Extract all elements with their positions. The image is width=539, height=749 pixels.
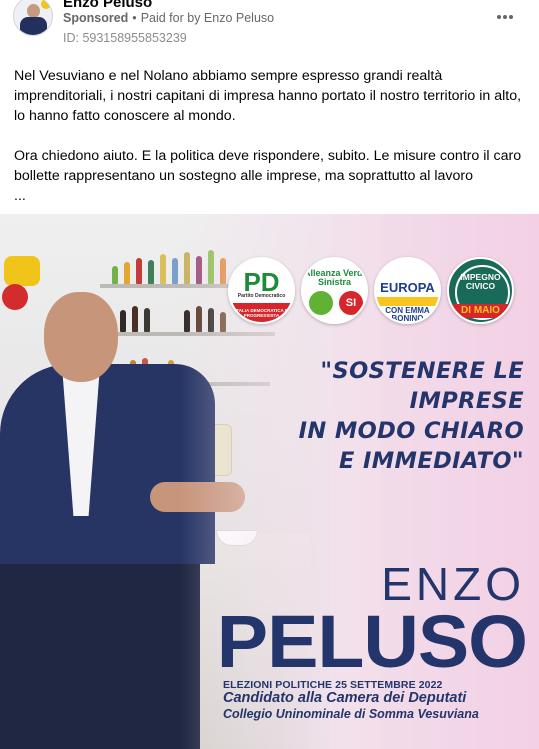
campaign-quote: "SOSTENERE LE IMPRESE IN MODO CHIARO E I… — [298, 358, 524, 474]
post-caption: Nel Vesuviano e nel Nolano abbiamo sempr… — [14, 66, 526, 206]
europa-logo: EUROPA CON EMMA BONINO — [374, 257, 441, 324]
paid-for-label: Paid for by Enzo Peluso — [140, 11, 275, 25]
see-more-ellipsis[interactable]: ... — [14, 186, 526, 206]
ad-creative-image[interactable]: PD Partito Democratico ITALIA DEMOCRATIC… — [0, 214, 539, 749]
page-avatar[interactable] — [13, 0, 53, 36]
meta-separator: • — [132, 11, 137, 25]
caption-paragraph-1: Nel Vesuviano e nel Nolano abbiamo sempr… — [14, 68, 522, 124]
sponsored-label[interactable]: Sponsored — [63, 11, 128, 25]
impegno-civico-logo: IMPEGNO CIVICO DI MAIO — [447, 257, 514, 324]
page-name-link[interactable]: Enzo Peluso — [63, 0, 152, 11]
post-meta: Sponsored • Paid for by Enzo Peluso — [63, 11, 274, 25]
avatar-badge-icon — [41, 0, 51, 9]
candidacy-line: Candidato alla Camera dei Deputati — [223, 690, 467, 706]
caption-paragraph-2: Ora chiedono aiuto. E la politica deve r… — [14, 148, 522, 184]
leaf-icon — [309, 291, 333, 315]
pd-logo: PD Partito Democratico ITALIA DEMOCRATIC… — [228, 257, 295, 324]
candidate-last-name: PELUSO — [216, 600, 528, 683]
more-horizontal-icon[interactable] — [494, 6, 516, 28]
party-logos: PD Partito Democratico ITALIA DEMOCRATIC… — [228, 257, 514, 324]
ad-id: ID: 593158955853239 — [63, 31, 187, 45]
avs-logo: Alleanza Verdi Sinistra SI — [301, 257, 368, 324]
post-header: Enzo Peluso Sponsored • Paid for by Enzo… — [0, 0, 539, 50]
constituency-line: Collegio Uninominale di Somma Vesuviana — [223, 707, 479, 721]
